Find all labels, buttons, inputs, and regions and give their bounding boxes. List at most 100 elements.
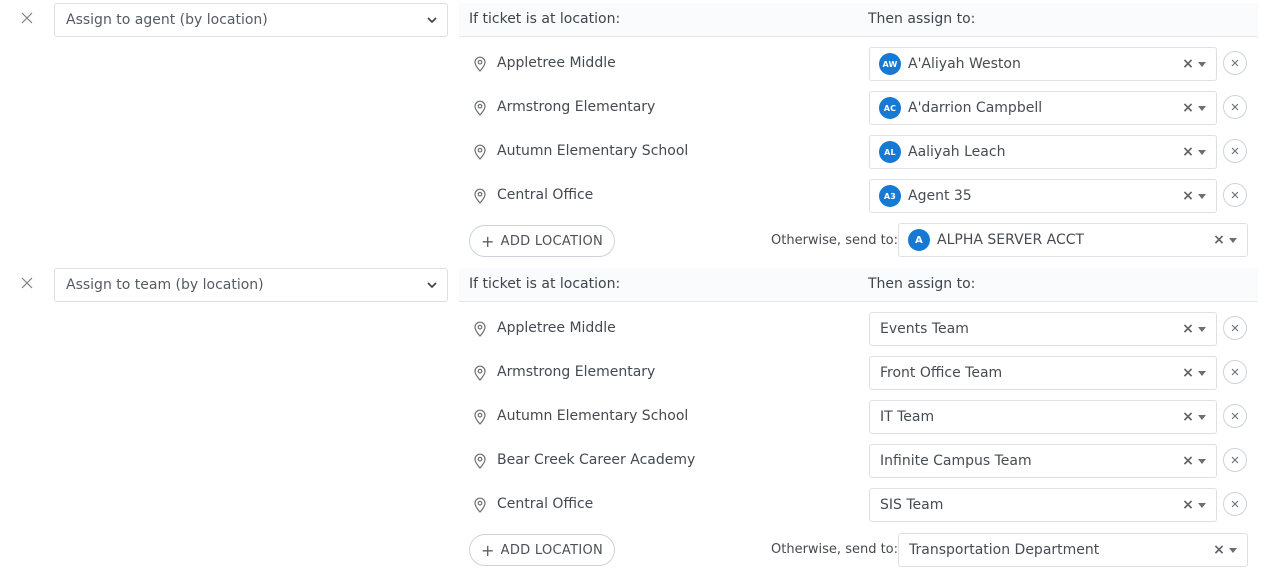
caret-down-icon[interactable] bbox=[1198, 502, 1206, 508]
team-value: Events Team bbox=[880, 321, 969, 337]
clear-icon[interactable]: × bbox=[1182, 189, 1194, 203]
map-pin-icon bbox=[474, 409, 486, 425]
plus-icon: + bbox=[480, 231, 495, 251]
team-value: SIS Team bbox=[880, 497, 944, 513]
avatar: A bbox=[908, 229, 930, 251]
team-select[interactable]: Infinite Campus Team × bbox=[869, 444, 1217, 478]
rule-action-select[interactable]: Assign to team (by location) bbox=[54, 268, 448, 302]
location-name: Appletree Middle bbox=[497, 320, 616, 336]
location-name: Armstrong Elementary bbox=[497, 99, 656, 115]
remove-row-button[interactable] bbox=[1223, 404, 1247, 428]
chevron-down-icon bbox=[427, 282, 437, 288]
close-icon bbox=[1231, 103, 1239, 111]
team-value: Front Office Team bbox=[880, 365, 1003, 381]
map-pin-icon bbox=[474, 365, 486, 381]
agent-select[interactable]: AW A'Aliyah Weston × bbox=[869, 47, 1217, 81]
location-row: Autumn Elementary School AL Aaliyah Leac… bbox=[459, 135, 1259, 169]
rule-action-select[interactable]: Assign to agent (by location) bbox=[54, 3, 448, 37]
otherwise-select[interactable]: A ALPHA SERVER ACCT × bbox=[898, 223, 1248, 257]
location-row: Armstrong Elementary Front Office Team × bbox=[459, 356, 1259, 390]
map-pin-icon bbox=[474, 321, 486, 337]
remove-row-button[interactable] bbox=[1223, 360, 1247, 384]
caret-down-icon[interactable] bbox=[1198, 149, 1206, 155]
chevron-down-icon bbox=[427, 17, 437, 23]
caret-down-icon[interactable] bbox=[1198, 61, 1206, 67]
otherwise-label: Otherwise, send to: bbox=[771, 542, 899, 557]
caret-down-icon[interactable] bbox=[1198, 326, 1206, 332]
header-assign: Then assign to: bbox=[868, 11, 976, 27]
close-icon bbox=[1231, 59, 1239, 67]
caret-down-icon[interactable] bbox=[1198, 370, 1206, 376]
map-pin-icon bbox=[474, 453, 486, 469]
map-pin-icon bbox=[474, 188, 486, 204]
team-select[interactable]: Front Office Team × bbox=[869, 356, 1217, 390]
avatar: AL bbox=[879, 141, 901, 163]
caret-down-icon[interactable] bbox=[1229, 237, 1237, 243]
remove-rule-button[interactable] bbox=[18, 9, 36, 27]
remove-row-button[interactable] bbox=[1223, 51, 1247, 75]
avatar: AC bbox=[879, 97, 901, 119]
team-value: Infinite Campus Team bbox=[880, 453, 1032, 469]
close-icon bbox=[1231, 412, 1239, 420]
add-location-label: ADD LOCATION bbox=[500, 542, 604, 558]
remove-row-button[interactable] bbox=[1223, 183, 1247, 207]
team-select[interactable]: IT Team × bbox=[869, 400, 1217, 434]
close-icon bbox=[1231, 147, 1239, 155]
remove-rule-button[interactable] bbox=[18, 274, 36, 292]
location-row: Bear Creek Career Academy Infinite Campu… bbox=[459, 444, 1259, 478]
close-icon bbox=[1231, 191, 1239, 199]
clear-icon[interactable]: × bbox=[1182, 498, 1194, 512]
location-row: Central Office SIS Team × bbox=[459, 488, 1259, 522]
otherwise-select[interactable]: Transportation Department × bbox=[898, 533, 1248, 567]
close-icon bbox=[1231, 368, 1239, 376]
remove-row-button[interactable] bbox=[1223, 316, 1247, 340]
remove-row-button[interactable] bbox=[1223, 448, 1247, 472]
clear-icon[interactable]: × bbox=[1182, 57, 1194, 71]
clear-icon[interactable]: × bbox=[1213, 233, 1225, 247]
header-assign: Then assign to: bbox=[868, 276, 976, 292]
agent-value: A'darrion Campbell bbox=[908, 100, 1043, 116]
plus-icon: + bbox=[480, 540, 495, 560]
remove-row-button[interactable] bbox=[1223, 492, 1247, 516]
map-pin-icon bbox=[474, 497, 486, 513]
caret-down-icon[interactable] bbox=[1198, 193, 1206, 199]
location-name: Appletree Middle bbox=[497, 55, 616, 71]
close-icon bbox=[21, 277, 33, 289]
otherwise-label: Otherwise, send to: bbox=[771, 233, 899, 248]
caret-down-icon[interactable] bbox=[1198, 458, 1206, 464]
close-icon bbox=[1231, 456, 1239, 464]
location-row: Central Office A3 Agent 35 × bbox=[459, 179, 1259, 213]
add-location-label: ADD LOCATION bbox=[500, 233, 604, 249]
location-name: Central Office bbox=[497, 187, 594, 203]
clear-icon[interactable]: × bbox=[1182, 145, 1194, 159]
rule-table-header: If ticket is at location: Then assign to… bbox=[459, 268, 1258, 302]
clear-icon[interactable]: × bbox=[1182, 454, 1194, 468]
caret-down-icon[interactable] bbox=[1198, 105, 1206, 111]
clear-icon[interactable]: × bbox=[1213, 543, 1225, 557]
location-name: Bear Creek Career Academy bbox=[497, 452, 696, 468]
clear-icon[interactable]: × bbox=[1182, 322, 1194, 336]
map-pin-icon bbox=[474, 100, 486, 116]
close-icon bbox=[1231, 500, 1239, 508]
agent-select[interactable]: A3 Agent 35 × bbox=[869, 179, 1217, 213]
agent-value: Aaliyah Leach bbox=[908, 144, 1006, 160]
caret-down-icon[interactable] bbox=[1198, 414, 1206, 420]
avatar: AW bbox=[879, 53, 901, 75]
avatar: A3 bbox=[879, 185, 901, 207]
remove-row-button[interactable] bbox=[1223, 95, 1247, 119]
agent-select[interactable]: AC A'darrion Campbell × bbox=[869, 91, 1217, 125]
header-location: If ticket is at location: bbox=[469, 276, 621, 292]
add-location-button[interactable]: + ADD LOCATION bbox=[469, 534, 615, 566]
clear-icon[interactable]: × bbox=[1182, 410, 1194, 424]
team-select[interactable]: SIS Team × bbox=[869, 488, 1217, 522]
remove-row-button[interactable] bbox=[1223, 139, 1247, 163]
add-location-button[interactable]: + ADD LOCATION bbox=[469, 225, 615, 257]
location-row: Appletree Middle Events Team × bbox=[459, 312, 1259, 346]
clear-icon[interactable]: × bbox=[1182, 366, 1194, 380]
team-select[interactable]: Events Team × bbox=[869, 312, 1217, 346]
header-location: If ticket is at location: bbox=[469, 11, 621, 27]
agent-value: A'Aliyah Weston bbox=[908, 56, 1021, 72]
clear-icon[interactable]: × bbox=[1182, 101, 1194, 115]
caret-down-icon[interactable] bbox=[1229, 547, 1237, 553]
agent-select[interactable]: AL Aaliyah Leach × bbox=[869, 135, 1217, 169]
